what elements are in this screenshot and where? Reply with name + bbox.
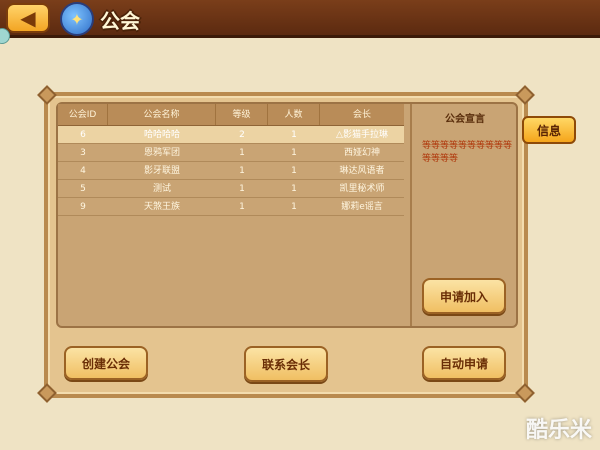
page-title: 公会 [100,9,140,33]
guild-table: 公会ID 公会名称 等级 人数 会长 6 哈哈哈哈 2 1 △影猫手拉琳 3 恩… [58,104,404,216]
table-row[interactable]: 5 测试 1 1 凯里秘术师 [58,180,404,198]
cell-members: 1 [291,184,297,194]
cell-id: 5 [80,184,86,194]
cell-level: 1 [239,202,245,212]
declaration-title: 公会宣言 [445,114,485,125]
cell-leader: 西娅幻神 [343,148,380,158]
cell-name: 测试 [152,184,171,194]
apply-join-button[interactable]: 申请加入 [422,278,506,314]
cell-members: 1 [291,166,297,176]
cell-leader: 娜莉e谣言 [341,202,383,212]
watermark-logo: 酷乐米 [525,418,592,443]
cell-id: 4 [80,166,86,176]
cell-members: 1 [291,130,297,140]
back-arrow-icon: ◀ [20,6,36,30]
cell-id: 9 [80,202,86,212]
col-header-leader: 会长 [352,110,371,120]
cell-members: 1 [291,202,297,212]
cell-leader: 凯里秘术师 [339,184,385,194]
cell-id: 6 [80,130,86,140]
cell-leader: 琳达风语者 [339,166,385,176]
col-header-members: 人数 [268,104,320,125]
col-header-level: 等级 [216,104,268,125]
table-row[interactable]: 9 天煞王族 1 1 娜莉e谣言 [58,198,404,216]
cell-name: 天煞王族 [143,202,180,212]
side-badge-icon [0,28,10,44]
col-header-id: 公会ID [58,104,108,125]
table-row[interactable]: 3 恩鸦军团 1 1 西娅幻神 [58,144,404,162]
cell-name: 哈哈哈哈 [143,130,180,140]
cell-name: 影牙联盟 [143,166,180,176]
cell-name: 恩鸦军团 [143,148,180,158]
auto-apply-button[interactable]: 自动申请 [422,346,506,380]
cell-level: 1 [239,184,245,194]
cell-level: 1 [239,166,245,176]
table-row[interactable]: 4 影牙联盟 1 1 琳达风语者 [58,162,404,180]
contact-leader-button[interactable]: 联系会长 [244,346,328,382]
cell-leader: △影猫手拉琳 [336,130,388,140]
cell-level: 1 [239,148,245,158]
cell-members: 1 [291,148,297,158]
table-header: 公会ID 公会名称 等级 人数 会长 [58,104,404,126]
back-button[interactable]: ◀ [6,3,50,33]
guild-emblem-icon: ✦ [60,2,94,36]
table-row[interactable]: 6 哈哈哈哈 2 1 △影猫手拉琳 [58,126,404,144]
info-button[interactable]: 信息 [522,116,576,144]
cell-id: 3 [80,148,86,158]
cell-level: 2 [239,130,245,140]
col-header-name: 公会名称 [108,104,216,125]
top-bar: ◀ ✦ 公会 [0,0,600,38]
create-guild-button[interactable]: 创建公会 [64,346,148,380]
declaration-text: 等等等等等等等等等等等等等等 [422,141,513,164]
